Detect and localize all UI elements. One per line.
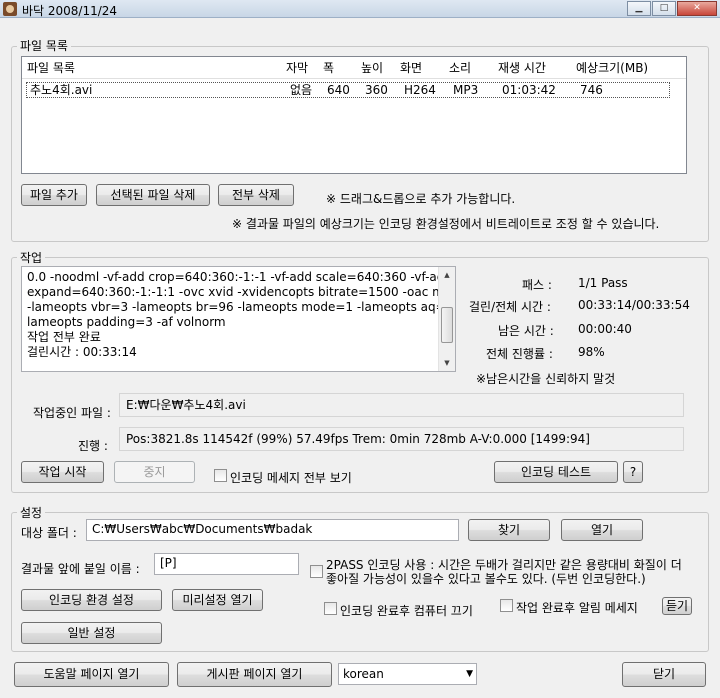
two-pass-label: 2PASS 인코딩 사용 : 시간은 두배가 걸리지만 같은 용량대비 화질이 … — [326, 558, 682, 586]
log-lines: 0.0 -noodml -vf-add crop=640:360:-1:-1 -… — [27, 270, 456, 360]
row-audio: MP3 — [453, 83, 479, 97]
title-bar[interactable]: 바닥 2008/11/24 ▁ □ ✕ — [0, 0, 720, 18]
row-size: 746 — [580, 83, 603, 97]
open-folder-button[interactable]: 열기 — [561, 519, 643, 541]
drag-drop-hint: ※ 드래그&드롭으로 추가 가능합니다. — [326, 192, 516, 206]
column-header-width[interactable]: 폭 — [318, 57, 356, 78]
bitrate-hint: ※ 결과물 파일의 예상크기는 인코딩 환경설정에서 비트레이트로 조정 할 수… — [232, 217, 660, 231]
elapsed-value: 00:33:14/00:33:54 — [578, 298, 690, 312]
column-header-filename[interactable]: 파일 목록 — [22, 57, 281, 78]
maximize-button[interactable]: □ — [652, 1, 676, 16]
column-header-height[interactable]: 높이 — [356, 57, 395, 78]
app-icon — [3, 2, 17, 16]
column-header-size[interactable]: 예상크기(MB) — [571, 57, 671, 78]
remaining-label: 남은 시간 : — [498, 324, 554, 338]
remaining-time-note: ※남은시간을 신뢰하지 말것 — [476, 372, 616, 386]
encoding-log[interactable]: 0.0 -noodml -vf-add crop=640:360:-1:-1 -… — [21, 266, 456, 372]
column-header-audio[interactable]: 소리 — [444, 57, 493, 78]
scroll-down-icon[interactable]: ▼ — [439, 355, 455, 371]
add-file-button[interactable]: 파일 추가 — [21, 184, 87, 206]
table-row[interactable]: 추노4회.avi 없음 640 360 H264 MP3 01:03:42 74… — [26, 82, 670, 98]
log-line: 0.0 -noodml -vf-add crop=640:360:-1:-1 -… — [27, 270, 452, 284]
language-select-value: korean — [343, 667, 384, 681]
row-duration: 01:03:42 — [502, 83, 556, 97]
help-page-button[interactable]: 도움말 페이지 열기 — [14, 662, 169, 687]
log-scrollbar[interactable]: ▲ ▼ — [438, 267, 455, 371]
language-select[interactable]: korean ▼ — [338, 663, 477, 685]
log-line: 작업 전부 완료 — [27, 330, 101, 344]
chevron-down-icon: ▼ — [466, 669, 473, 679]
help-button[interactable]: ? — [623, 461, 643, 483]
close-window-button[interactable]: ✕ — [677, 1, 717, 16]
progress-label: 진행 : — [78, 439, 108, 453]
two-pass-label-line: 좋아질 가능성이 있을수 있다고 볼수도 있다. (두번 인코딩한다.) — [326, 572, 646, 586]
preset-open-button[interactable]: 미리설정 열기 — [172, 589, 263, 611]
prefix-label: 결과물 앞에 붙일 이름 : — [21, 562, 140, 576]
notify-checkbox[interactable] — [500, 599, 513, 612]
remaining-value: 00:00:40 — [578, 322, 632, 336]
two-pass-label-line: 2PASS 인코딩 사용 : 시간은 두배가 걸리지만 같은 용량대비 화질이 … — [326, 558, 682, 572]
general-settings-button[interactable]: 일반 설정 — [21, 622, 162, 644]
window-title: 바닥 2008/11/24 — [22, 4, 118, 18]
scroll-thumb[interactable] — [441, 307, 453, 343]
total-progress-label: 전체 진행률 : — [486, 347, 553, 361]
target-folder-label: 대상 폴더 : — [21, 526, 77, 540]
browse-folder-button[interactable]: 찾기 — [468, 519, 550, 541]
encoding-settings-button[interactable]: 인코딩 환경 설정 — [21, 589, 162, 611]
listen-button[interactable]: 듣기 — [662, 597, 692, 615]
log-line: expand=640:360:-1:-1:1 -ovc xvid -xviden… — [27, 285, 456, 299]
delete-selected-button[interactable]: 선택된 파일 삭제 — [96, 184, 210, 206]
show-all-messages-checkbox[interactable] — [214, 469, 227, 482]
close-button[interactable]: 닫기 — [622, 662, 706, 687]
file-list-group-label: 파일 목록 — [17, 37, 71, 54]
elapsed-label: 걸린/전체 시간 : — [469, 300, 551, 314]
encoding-test-button[interactable]: 인코딩 테스트 — [494, 461, 618, 483]
column-header-video[interactable]: 화면 — [395, 57, 444, 78]
log-line: lameopts padding=3 -af volnorm — [27, 315, 226, 329]
prefix-input[interactable]: [P] — [154, 553, 299, 575]
log-line: 걸린시간 : 00:33:14 — [27, 345, 137, 359]
row-width: 640 — [327, 83, 350, 97]
job-group-label: 작업 — [17, 249, 46, 266]
row-height: 360 — [365, 83, 388, 97]
show-all-messages-label: 인코딩 메세지 전부 보기 — [230, 471, 352, 485]
notify-label: 작업 완료후 알림 메세지 — [516, 601, 638, 615]
pass-value: 1/1 Pass — [578, 276, 628, 290]
column-header-subtitle[interactable]: 자막 — [281, 57, 318, 78]
shutdown-checkbox[interactable] — [324, 602, 337, 615]
listview-header: 파일 목록 자막 폭 높이 화면 소리 재생 시간 예상크기(MB) — [22, 57, 686, 79]
current-file-label: 작업중인 파일 : — [33, 406, 111, 420]
pass-label: 패스 : — [522, 278, 552, 292]
minimize-button[interactable]: ▁ — [627, 1, 651, 16]
delete-all-button[interactable]: 전부 삭제 — [218, 184, 294, 206]
scroll-up-icon[interactable]: ▲ — [439, 267, 455, 283]
file-listview[interactable]: 파일 목록 자막 폭 높이 화면 소리 재생 시간 예상크기(MB) 추노4회.… — [21, 56, 687, 174]
current-file-field: E:₩다운₩추노4회.avi — [119, 393, 684, 417]
shutdown-label: 인코딩 완료후 컴퓨터 끄기 — [340, 604, 473, 618]
row-subtitle: 없음 — [290, 83, 313, 97]
stop-button[interactable]: 중지 — [114, 461, 195, 483]
two-pass-checkbox[interactable] — [310, 565, 323, 578]
progress-status-field: Pos:3821.8s 114542f (99%) 57.49fps Trem:… — [119, 427, 684, 451]
total-progress-value: 98% — [578, 345, 605, 359]
row-video: H264 — [404, 83, 436, 97]
board-page-button[interactable]: 게시판 페이지 열기 — [177, 662, 332, 687]
start-job-button[interactable]: 작업 시작 — [21, 461, 104, 483]
column-header-duration[interactable]: 재생 시간 — [493, 57, 571, 78]
settings-group-label: 설정 — [17, 504, 46, 521]
target-folder-input[interactable]: C:₩Users₩abc₩Documents₩badak — [86, 519, 459, 541]
log-line: -lameopts vbr=3 -lameopts br=96 -lameopt… — [27, 300, 456, 314]
row-filename: 추노4회.avi — [30, 83, 93, 97]
